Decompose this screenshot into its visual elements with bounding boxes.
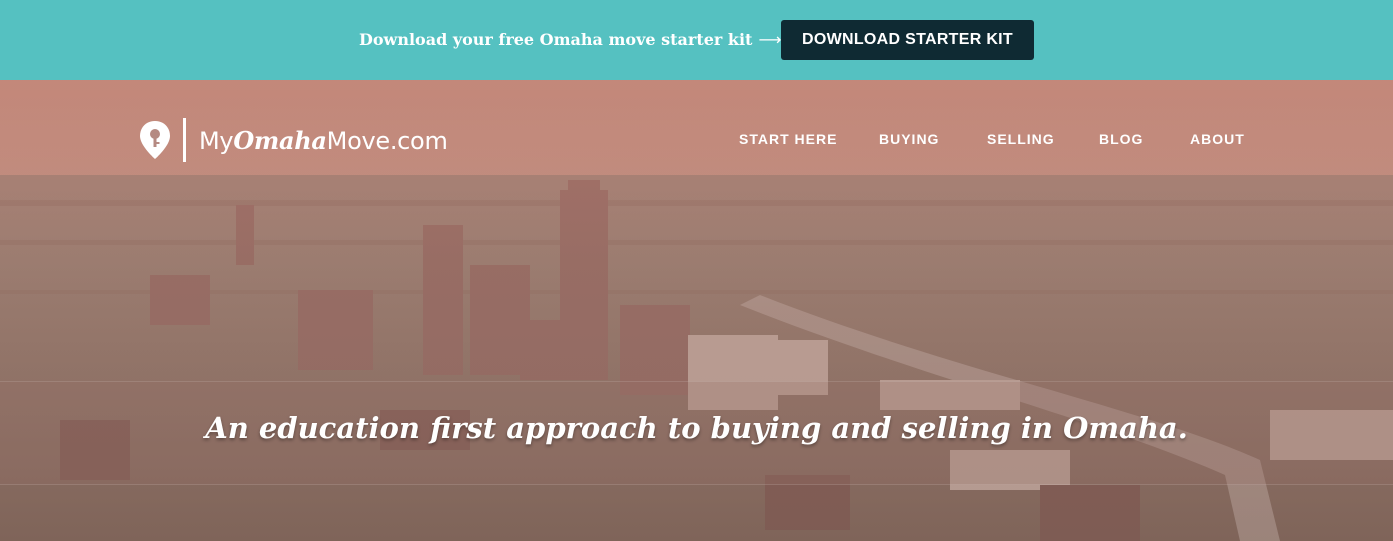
nav-start-here[interactable]: START HERE bbox=[739, 131, 837, 147]
logo-divider bbox=[183, 118, 186, 162]
nav-selling[interactable]: SELLING bbox=[987, 131, 1055, 147]
logo-wordmark: MyOmahaMove.com bbox=[199, 126, 448, 155]
promo-bar: Download your free Omaha move starter ki… bbox=[0, 0, 1393, 80]
hero-tagline: An education first approach to buying an… bbox=[205, 411, 1188, 445]
site-logo[interactable]: MyOmahaMove.com bbox=[139, 118, 448, 162]
promo-text[interactable]: Download your free Omaha move starter ki… bbox=[359, 30, 752, 49]
download-starter-kit-button[interactable]: DOWNLOAD STARTER KIT bbox=[781, 20, 1034, 60]
logo-suffix: Move.com bbox=[326, 126, 448, 155]
nav-buying[interactable]: BUYING bbox=[879, 131, 939, 147]
arrow-right-icon: ⟶ bbox=[758, 30, 782, 49]
promo-link[interactable]: Download your free Omaha move starter ki… bbox=[359, 30, 781, 49]
nav-blog[interactable]: BLOG bbox=[1099, 131, 1143, 147]
logo-accent: Omaha bbox=[233, 125, 327, 155]
map-pin-key-icon bbox=[140, 121, 170, 159]
nav-about[interactable]: ABOUT bbox=[1190, 131, 1245, 147]
logo-prefix: My bbox=[199, 126, 234, 155]
